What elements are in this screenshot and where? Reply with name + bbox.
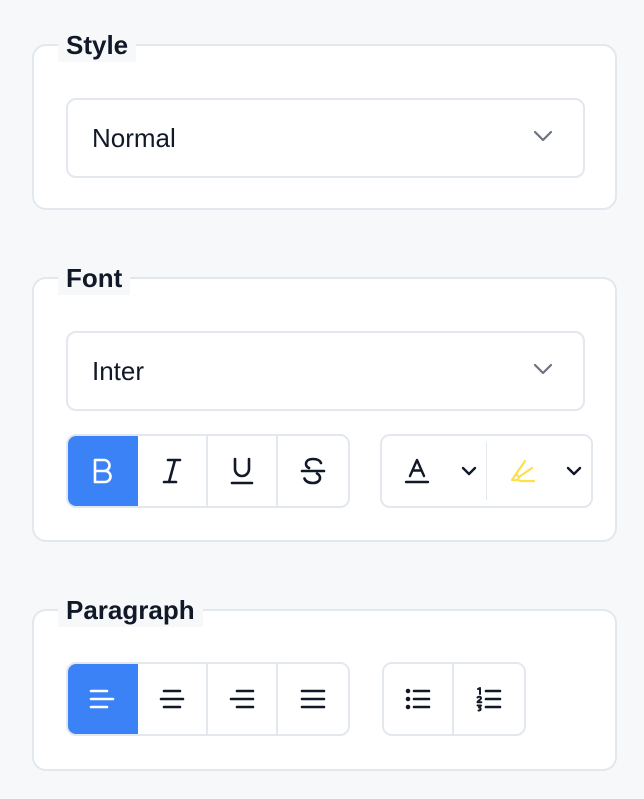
highlight-color-button[interactable] xyxy=(487,436,557,506)
align-left-button[interactable] xyxy=(68,664,138,734)
bullet-list-button[interactable] xyxy=(384,664,454,734)
chevron-down-icon xyxy=(566,466,582,476)
list-button-group xyxy=(382,662,526,736)
bold-button[interactable] xyxy=(68,436,138,506)
text-color-button[interactable] xyxy=(382,436,452,506)
underline-button[interactable] xyxy=(208,436,278,506)
chevron-down-icon xyxy=(533,363,553,375)
font-group: Font Inter xyxy=(32,261,617,542)
align-right-button[interactable] xyxy=(208,664,278,734)
italic-icon xyxy=(162,458,182,484)
bullet-list-icon xyxy=(405,688,431,710)
style-select-value: Normal xyxy=(92,122,176,153)
color-button-group xyxy=(380,434,593,508)
font-select[interactable]: Inter xyxy=(66,331,585,411)
italic-button[interactable] xyxy=(138,436,208,506)
align-center-icon xyxy=(159,689,185,709)
bold-icon xyxy=(93,458,112,484)
text-color-icon xyxy=(404,458,430,484)
chevron-down-icon xyxy=(461,466,477,476)
numbered-list-icon xyxy=(476,687,502,712)
numbered-list-button[interactable] xyxy=(454,664,524,734)
align-center-button[interactable] xyxy=(138,664,208,734)
highlight-color-dropdown[interactable] xyxy=(557,436,591,506)
style-select[interactable]: Normal xyxy=(66,98,585,178)
align-right-icon xyxy=(229,689,255,709)
highlight-color-icon xyxy=(510,459,536,483)
strikethrough-button[interactable] xyxy=(278,436,348,506)
format-button-group xyxy=(66,434,350,508)
style-legend: Style xyxy=(58,28,137,62)
strikethrough-icon xyxy=(300,457,326,485)
paragraph-group: Paragraph xyxy=(32,593,617,771)
font-select-value: Inter xyxy=(92,355,145,386)
align-justify-button[interactable] xyxy=(278,664,348,734)
font-legend: Font xyxy=(58,261,131,295)
style-group: Style Normal xyxy=(32,28,617,210)
paragraph-legend: Paragraph xyxy=(58,593,203,627)
align-left-icon xyxy=(89,689,115,709)
align-justify-icon xyxy=(300,689,326,709)
chevron-down-icon xyxy=(533,130,553,142)
align-button-group xyxy=(66,662,350,736)
text-color-dropdown[interactable] xyxy=(452,436,486,506)
underline-icon xyxy=(230,457,254,485)
